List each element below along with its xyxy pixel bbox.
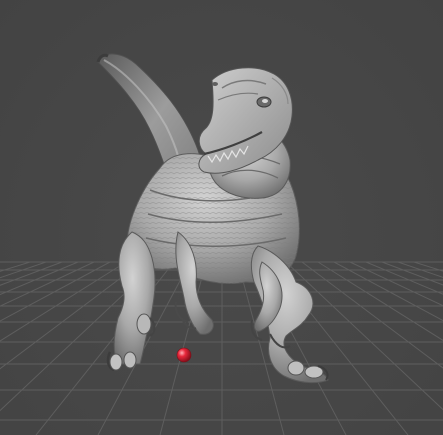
- viewport-canvas[interactable]: [0, 0, 443, 435]
- grid-line: [301, 261, 443, 369]
- grid-line: [333, 261, 443, 322]
- ground-grid: [0, 261, 443, 435]
- grid-line: [0, 261, 63, 286]
- grid-line: [285, 261, 443, 411]
- 3d-viewport[interactable]: [0, 0, 443, 435]
- grid-line: [381, 261, 443, 286]
- grid-line: [0, 261, 95, 307]
- red-sphere-marker[interactable]: [176, 347, 192, 363]
- raptor-left-leg: [106, 231, 156, 372]
